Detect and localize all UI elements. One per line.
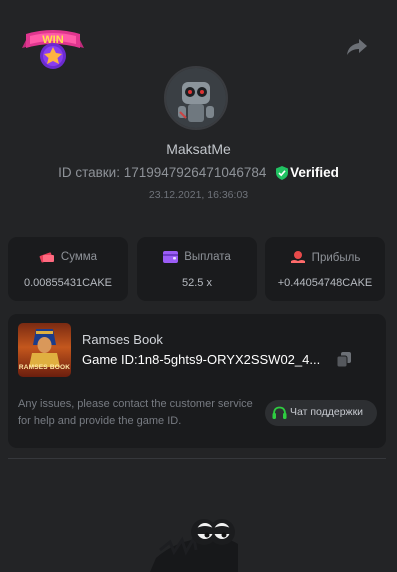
game-thumbnail[interactable]: RAMSES BOOK: [18, 323, 71, 377]
stat-label-profit: Прибыль: [311, 252, 361, 264]
share-icon[interactable]: [346, 37, 368, 57]
bet-id-row: ID ставки: 1719947926471046784 Verified: [0, 165, 397, 180]
divider: [8, 458, 386, 459]
stat-value-amount: 0.00855431CAKE: [23, 277, 113, 289]
game-id: Game ID:1n8-5ghts9-ORYX2SSW02_4...: [82, 352, 321, 367]
headset-icon: [272, 406, 287, 419]
stat-card-payout: Выплата 52.5 x: [137, 237, 257, 301]
verified-label: Verified: [290, 165, 339, 180]
support-notice: Any issues, please contact the customer …: [18, 398, 253, 427]
stat-label-amount: Сумма: [60, 251, 98, 263]
win-badge-logo: WIN: [22, 30, 84, 69]
avatar: [164, 66, 228, 130]
robot-avatar-icon: [166, 68, 226, 128]
stat-label-payout: Выплата: [184, 251, 231, 263]
bet-id-label: ID ставки: 1719947926471046784: [58, 165, 267, 180]
game-thumbnail-label: RAMSES BOOK: [18, 364, 71, 371]
crocodile-mascot-icon: [150, 519, 238, 572]
profit-icon: [290, 251, 305, 263]
bet-timestamp: 23.12.2021, 16:36:03: [148, 189, 249, 201]
game-name: Ramses Book: [82, 332, 163, 347]
copy-icon[interactable]: [337, 352, 351, 367]
stat-card-amount: Сумма 0.00855431CAKE: [8, 237, 128, 301]
support-chat-label: Чат поддержки: [290, 406, 364, 418]
stat-card-profit: Прибыль +0.44054748CAKE: [265, 237, 385, 301]
wallet-icon: [163, 251, 179, 263]
money-icon: [39, 252, 54, 263]
verified-shield-icon: [276, 166, 289, 180]
stat-value-payout: 52.5 x: [182, 277, 212, 289]
username: MaksatMe: [166, 141, 231, 157]
support-chat-button[interactable]: Чат поддержки: [265, 400, 377, 426]
game-card: RAMSES BOOK Ramses Book Game ID:1n8-5ght…: [8, 314, 386, 448]
stat-value-profit: +0.44054748CAKE: [277, 277, 373, 289]
